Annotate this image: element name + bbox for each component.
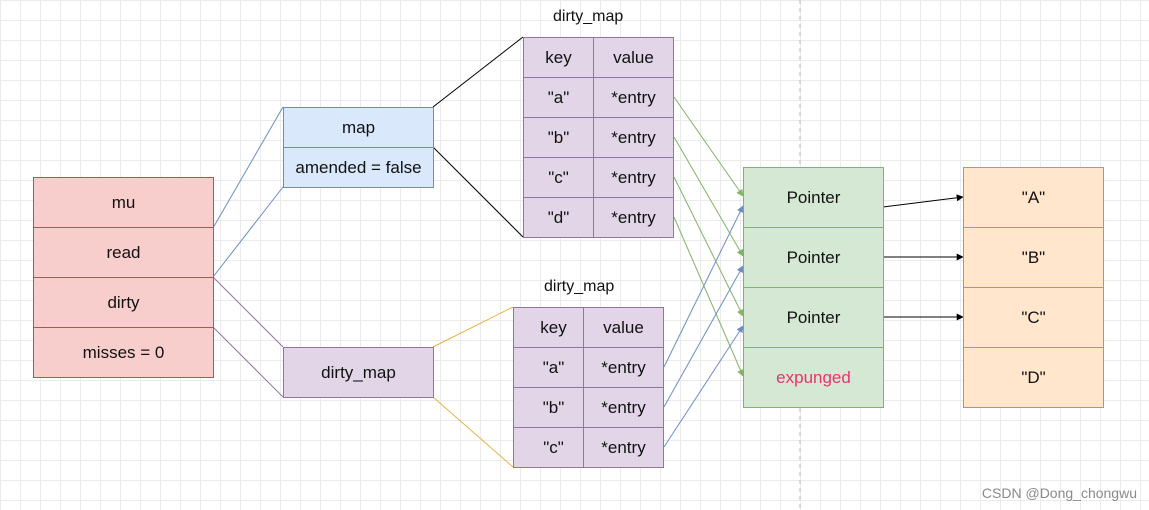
top-map-key-a: "a" [523, 77, 594, 118]
top-map-key-d: "d" [523, 197, 594, 238]
value-A: "A" [963, 167, 1104, 228]
top-map-header-key: key [523, 37, 594, 78]
struct-field-dirty: dirty [33, 277, 214, 328]
value-B: "B" [963, 227, 1104, 288]
bottom-map-title: dirty_map [544, 278, 615, 295]
value-C: "C" [963, 287, 1104, 348]
value-D: "D" [963, 347, 1104, 408]
top-map-key-b: "b" [523, 117, 594, 158]
struct-field-read: read [33, 227, 214, 278]
bottom-map-key-b: "b" [513, 387, 594, 428]
bottom-map-header-key: key [513, 307, 594, 348]
dirty-connector-bottom [212, 326, 284, 398]
top-map-key-c: "c" [523, 157, 594, 198]
pointer-b: Pointer [743, 227, 884, 288]
watermark: CSDN @Dong_chongwu [981, 485, 1137, 501]
bottom-map-header-value: value [583, 307, 664, 348]
entry-arrow-d [673, 216, 744, 377]
dirty-map-node: dirty_map [283, 347, 434, 398]
dirty-map-connector-bottom [432, 396, 514, 468]
read-map-field: map [283, 107, 434, 148]
read-connector-bottom [212, 186, 284, 278]
bottom-map-value-b: *entry [583, 387, 664, 428]
read-connector-top [212, 106, 284, 229]
pointer-a: Pointer [743, 167, 884, 228]
pointer-expunged: expunged [743, 347, 884, 408]
bottom-map-value-c: *entry [583, 427, 664, 468]
top-map-value-c: *entry [593, 157, 674, 198]
pointer-arrow-a [882, 194, 964, 208]
bottom-map-value-a: *entry [583, 347, 664, 388]
top-map-value-b: *entry [593, 117, 674, 158]
bottom-map-key-c: "c" [513, 427, 594, 468]
struct-field-mu: mu [33, 177, 214, 228]
map-connector-top [432, 36, 524, 108]
entry-arrow-c [673, 176, 744, 317]
dirty-map-connector-top [432, 306, 514, 348]
dirty-connector-top [212, 276, 284, 348]
sync-map-diagram: mu read dirty misses = 0 map amended = f… [0, 0, 1149, 510]
map-connector-bottom [432, 146, 524, 238]
top-map-header-value: value [593, 37, 674, 78]
bottom-map-key-a: "a" [513, 347, 594, 388]
top-map-value-a: *entry [593, 77, 674, 118]
pointer-c: Pointer [743, 287, 884, 348]
top-map-value-d: *entry [593, 197, 674, 238]
read-amended-field: amended = false [283, 147, 434, 188]
top-map-title: dirty_map [553, 8, 624, 25]
entry-arrow-b [673, 136, 744, 257]
struct-field-misses: misses = 0 [33, 327, 214, 378]
entry-arrow-a [673, 96, 744, 197]
